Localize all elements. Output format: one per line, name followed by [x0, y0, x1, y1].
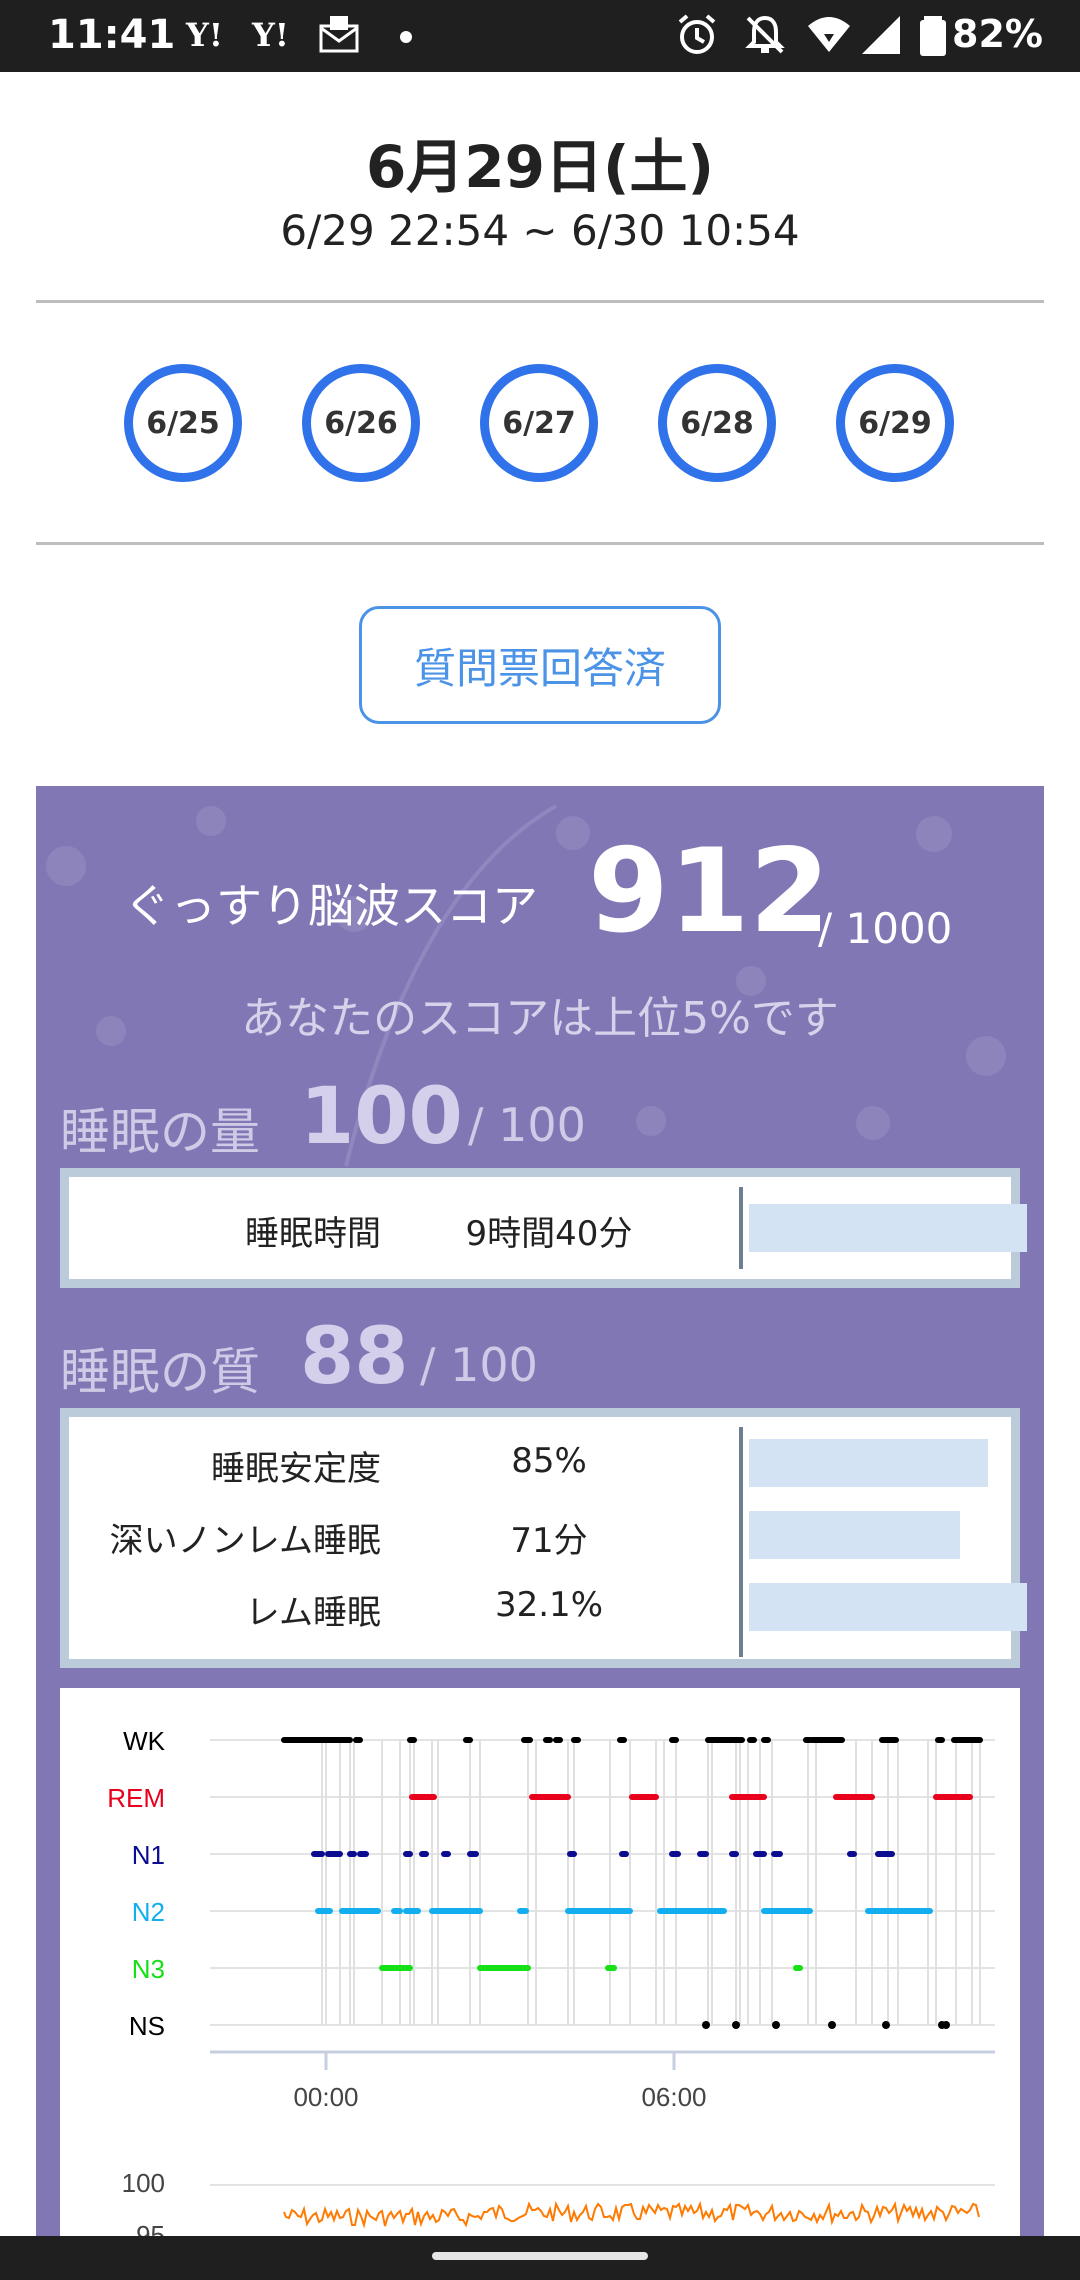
score-rank: あなたのスコアは上位5%です — [241, 993, 839, 1044]
signal-icon — [862, 16, 900, 54]
metric-value: 71分 — [510, 1521, 588, 1561]
stage-label-n2: N2 — [132, 1897, 165, 1927]
wifi-icon — [808, 17, 850, 52]
survey-answered-button[interactable]: 質問票回答済 — [359, 606, 721, 724]
metric-row: 睡眠安定度 85% — [69, 1433, 1011, 1493]
home-gesture-handle[interactable] — [432, 2252, 648, 2260]
stage-label-n1: N1 — [132, 1840, 165, 1870]
ns-marker — [882, 2021, 890, 2029]
stage-label-rem: REM — [107, 1783, 165, 1813]
stage-label-wk: WK — [123, 1726, 166, 1756]
metric-row: 睡眠時間 9時間40分 — [69, 1198, 1027, 1258]
ns-marker — [942, 2021, 950, 2029]
day-selector-6-26[interactable]: 6/26 — [302, 364, 420, 482]
metric-label: レム睡眠 — [245, 1593, 381, 1633]
metric-value: 85% — [511, 1441, 587, 1481]
second-chart-tick: 95 — [136, 2220, 165, 2236]
status-bar: 11:41 Y! Y! 82% — [0, 0, 1080, 72]
quantity-max: / 100 — [468, 1098, 586, 1152]
score-value: 912 — [588, 824, 831, 959]
metric-bar — [749, 1511, 960, 1559]
day-selector-6-27[interactable]: 6/27 — [480, 364, 598, 482]
yahoo-notification-icon-2: Y! — [252, 16, 289, 54]
day-selector-6-28[interactable]: 6/28 — [658, 364, 776, 482]
quantity-value: 100 — [300, 1072, 463, 1162]
quantity-metrics: 睡眠時間 9時間40分 — [60, 1168, 1027, 1288]
time-tick-label: 06:00 — [641, 2082, 706, 2112]
hypnogram-svg: WK REM N1 N2 N3 NS 00:00 06:00 100 95 — [107, 1726, 995, 2236]
quality-max: / 100 — [420, 1338, 538, 1392]
ns-marker — [828, 2021, 836, 2029]
battery-percent: 82% — [952, 12, 1043, 56]
metric-value: 32.1% — [494, 1585, 603, 1625]
quality-label: 睡眠の質 — [60, 1343, 260, 1401]
metric-label: 睡眠時間 — [245, 1214, 381, 1254]
stage-label-ns: NS — [129, 2011, 165, 2041]
metric-value: 9時間40分 — [465, 1214, 633, 1254]
more-notifications-dot — [400, 31, 412, 43]
ns-marker — [772, 2021, 780, 2029]
time-tick-label: 00:00 — [293, 2082, 358, 2112]
battery-icon — [920, 16, 946, 56]
second-chart-trace — [283, 2200, 980, 2229]
metric-bar — [749, 1583, 1027, 1631]
day-selector-6-25[interactable]: 6/25 — [124, 364, 242, 482]
day-selector-6-29[interactable]: 6/29 — [836, 364, 954, 482]
score-max: / 1000 — [818, 904, 953, 953]
quantity-label: 睡眠の量 — [60, 1103, 260, 1161]
quality-value: 88 — [300, 1312, 409, 1402]
second-chart-tick: 100 — [122, 2168, 165, 2198]
metric-row: レム睡眠 32.1% — [69, 1577, 1027, 1637]
score-label: ぐっすり脳波スコア — [124, 879, 538, 933]
quality-metrics: 睡眠安定度 85% 深いノンレム睡眠 71分 レム睡眠 32.1% — [60, 1408, 1027, 1668]
metric-row: 深いノンレム睡眠 71分 — [69, 1505, 1011, 1565]
navigation-bar — [0, 2236, 1080, 2280]
metric-bar — [749, 1439, 988, 1487]
yahoo-notification-icon: Y! — [186, 16, 223, 54]
metric-bar — [749, 1204, 1027, 1252]
notifications-off-icon — [745, 15, 785, 54]
hypnogram-chart: WK REM N1 N2 N3 NS 00:00 06:00 100 95 — [60, 1688, 1020, 2236]
page-title: 6月29日(土) — [365, 133, 715, 201]
metric-label: 睡眠安定度 — [211, 1449, 381, 1489]
ns-marker — [702, 2021, 710, 2029]
divider — [36, 300, 1044, 303]
metric-label: 深いノンレム睡眠 — [109, 1521, 381, 1561]
alarm-icon — [678, 14, 716, 54]
mail-icon — [319, 16, 359, 53]
date-range: 6/29 22:54 ~ 6/30 10:54 — [280, 206, 800, 255]
sleep-score-panel: ぐっすり脳波スコア 912 / 1000 あなたのスコアは上位5%です 睡眠の量… — [36, 786, 1044, 2236]
stage-label-n3: N3 — [132, 1954, 165, 1984]
clock: 11:41 — [48, 12, 176, 58]
ns-marker — [732, 2021, 740, 2029]
divider-2 — [36, 542, 1044, 545]
